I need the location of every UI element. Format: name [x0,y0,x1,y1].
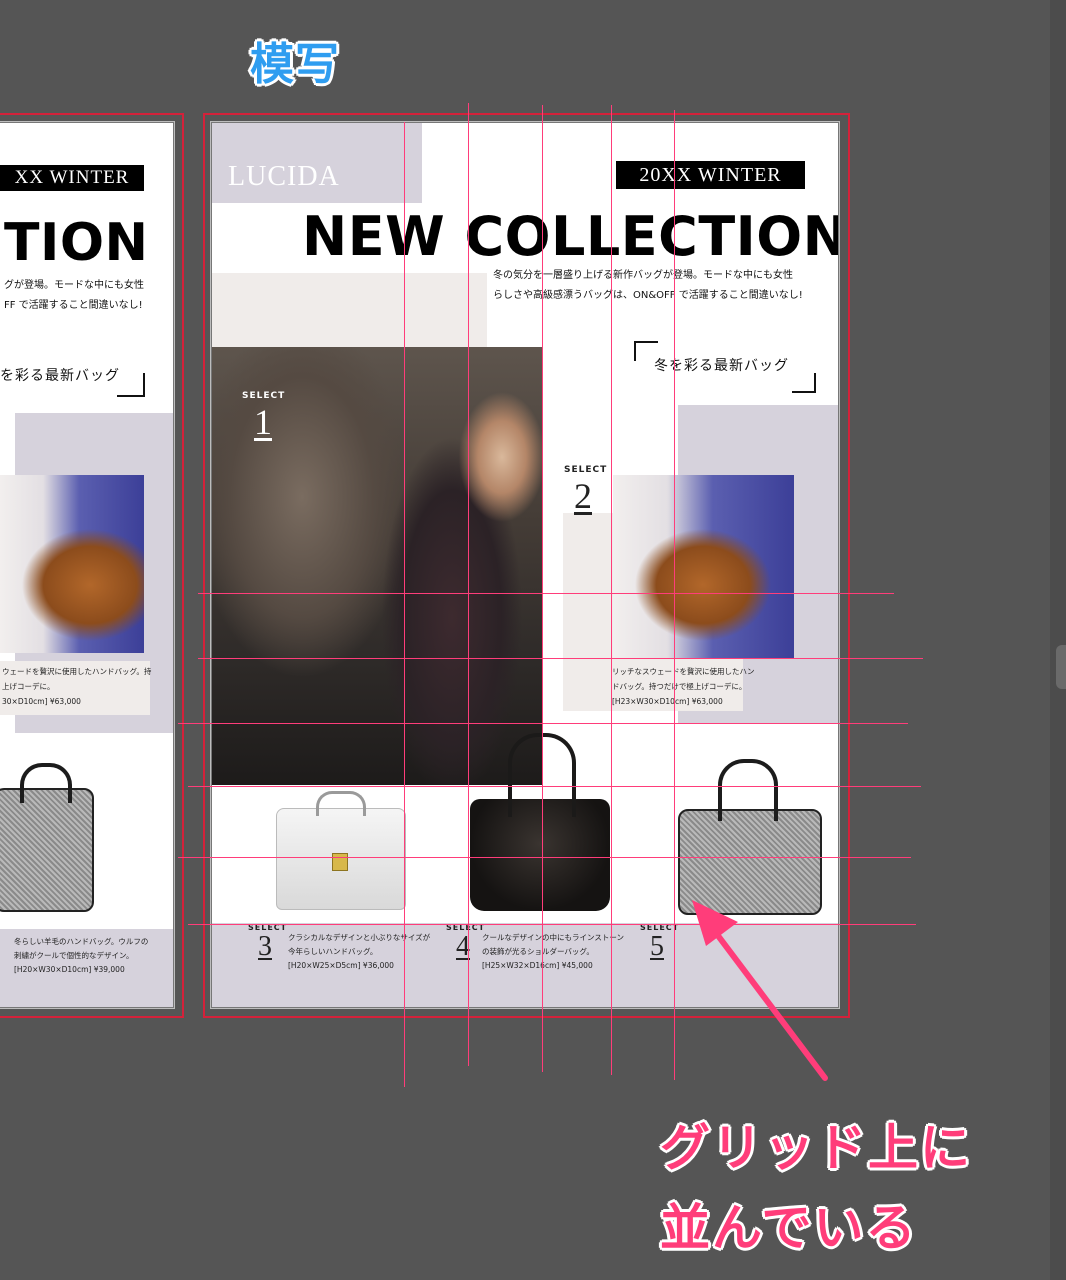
scrollbar-thumb[interactable] [1056,645,1066,689]
grid-guide-v5 [674,110,675,1080]
select2-number: 2 [574,476,592,516]
item2-line2: ドバッグ。持つだけで極上げコーデに。 [612,682,747,691]
original-item2-line1: ウェードを贅沢に使用したハンドバッグ。持 [2,667,152,676]
select1-number: 1 [254,402,272,442]
original-item5-line1: 冬らしい羊毛のハンドバッグ。ウルフの [14,937,149,946]
select2-label: SELECT [564,465,608,475]
grid-guide-h5 [178,857,911,858]
scrollbar-track[interactable] [1050,0,1066,1280]
poster-sheet: LUCIDA 20XX WINTER NEW COLLECTION 冬の気分を一… [211,122,839,1008]
original-description-1: グが登場。モードな中にも女性 [4,280,144,291]
original-bracket-corner [117,373,145,397]
original-season-box: XX WINTER [0,165,144,191]
beige-block [212,273,487,347]
grid-guide-h2 [198,658,923,659]
bag2-photo [613,475,794,658]
original-bag5-image [0,788,94,912]
item3-line2: 今年らしいハンドバッグ。 [288,947,378,956]
annotation-arrow-shaft [707,922,828,1081]
original-item5-line2: 刺繍がクールで個性的なデザイン。 [14,951,134,960]
brand-logo: LUCIDA [228,161,340,192]
item4-line2: の装飾が光るショルダーバッグ。 [482,947,594,956]
original-bracket-text: を彩る最新バッグ [0,368,120,384]
annotation-arrow-head [692,900,738,946]
bag3-clasp [332,853,348,871]
original-bag5-handle [20,763,72,803]
grid-guide-v1 [404,122,405,1087]
select5-number: 5 [650,931,664,962]
copy-label: 模写 [250,39,340,90]
select3-number: 3 [258,931,272,962]
grid-guide-h4 [188,786,921,787]
grid-guide-v2 [468,103,469,1066]
bag3-handle [316,791,366,816]
grid-guide-v3 [542,105,543,1072]
grid-guide-v4 [611,105,612,1075]
original-sheet: XX WINTER TION グが登場。モードな中にも女性 FF で活躍すること… [0,122,174,1008]
item2-line1: リッチなスウェードを贅沢に使用したハン [612,667,755,676]
grid-guide-h3 [178,723,908,724]
item3-line3: [H20×W25×D5cm] ¥36,000 [288,961,394,970]
select1-group: SELECT 1 [240,391,300,451]
original-item2-line3: 30×D10cm] ¥63,000 [2,697,81,706]
description-line-2: らしさや高級感漂うバッグは、ON&OFF で活躍すること間違いなし! [493,290,803,301]
annotation-arrow [692,900,828,1081]
item4-line1: クールなデザインの中にもラインストーン [482,933,624,942]
item4-line3: [H25×W32×D16cm] ¥45,000 [482,961,593,970]
original-headline: TION [4,213,149,273]
season-box: 20XX WINTER [616,161,805,189]
select1-label: SELECT [242,391,286,401]
original-item5-line3: [H20×W30×D10cm] ¥39,000 [14,965,125,974]
original-bag2-photo [0,475,144,653]
annotation-text-line1: グリッド上に [660,1119,972,1177]
original-description-2: FF で活躍すること間違いなし! [4,300,143,311]
bracket-bottom-right [792,373,816,393]
original-item2-line2: 上げコーデに。 [2,682,55,691]
description-line-1: 冬の気分を一層盛り上げる新作バッグが登場。モードな中にも女性 [493,270,793,281]
item2-line3: [H23×W30×D10cm] ¥63,000 [612,697,723,706]
grid-guide-h1 [198,593,894,594]
annotation-text-line2: 並んでいる [660,1199,918,1257]
select2-group: SELECT 2 [562,465,622,525]
headline: NEW COLLECTION [302,205,839,268]
bag5-handle [718,759,778,821]
item3-line1: クラシカルなデザインと小ぶりなサイズが [288,933,431,942]
